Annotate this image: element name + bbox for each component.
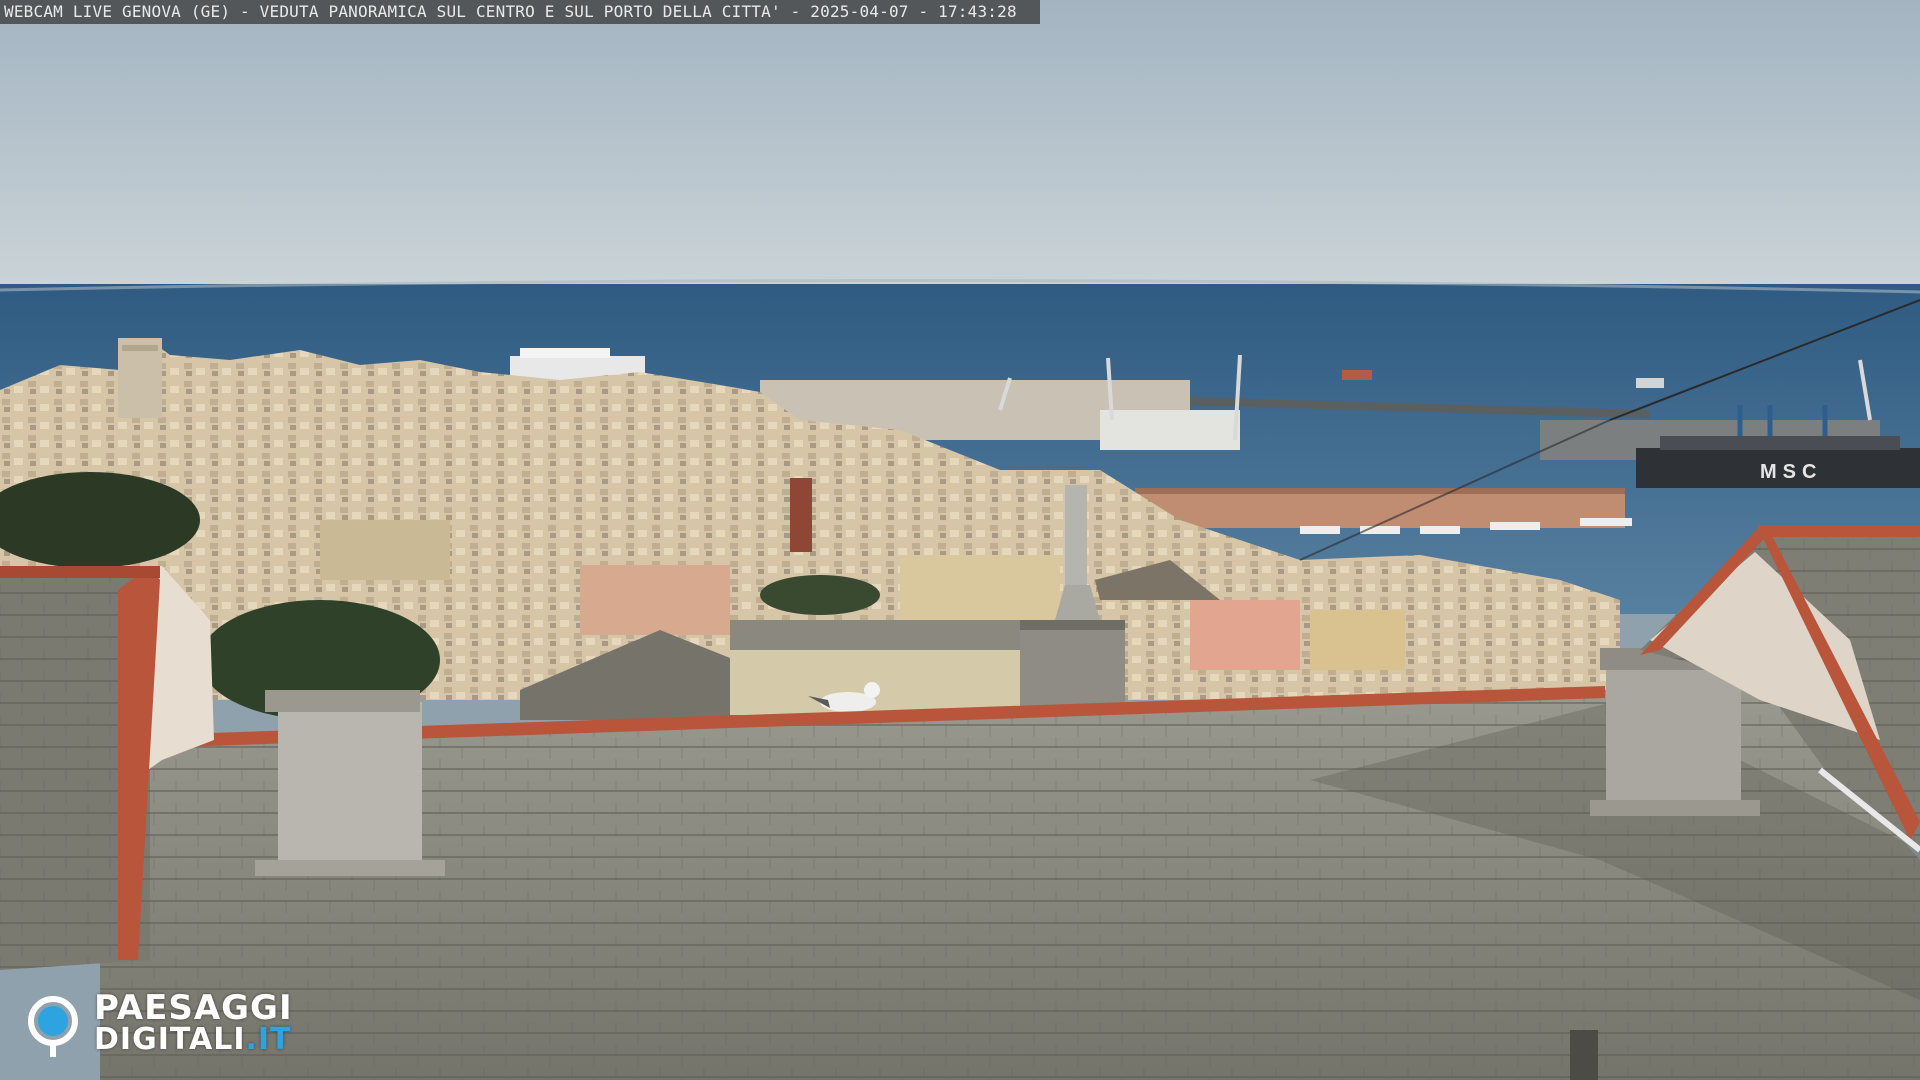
webcam-scene: MSC xyxy=(0,0,1920,1080)
logo-line1: PAESAGGI xyxy=(94,988,293,1028)
logo-line2: DIGITALI.IT xyxy=(94,1024,292,1056)
logo-line2-main: DIGITALI xyxy=(94,1022,246,1057)
logo-line2-suffix: .IT xyxy=(245,1022,292,1057)
central-chimney xyxy=(1020,620,1125,712)
webcam-caption: WEBCAM LIVE GENOVA (GE) - VEDUTA PANORAM… xyxy=(0,0,1040,24)
lens-stand-icon xyxy=(50,1045,56,1057)
lens-dot-icon xyxy=(38,1006,68,1036)
left-chimney xyxy=(278,702,422,864)
ship-marking: MSC xyxy=(1760,461,1822,483)
paesaggi-digitali-logo: PAESAGGI DIGITALI.IT xyxy=(28,990,348,1070)
chimney-flue xyxy=(1065,485,1087,585)
sky xyxy=(0,0,1920,292)
